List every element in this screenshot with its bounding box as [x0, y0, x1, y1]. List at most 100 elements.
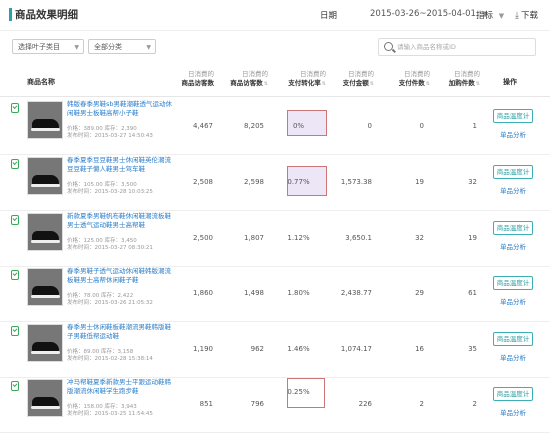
row-checkbox-icon[interactable]	[11, 103, 19, 113]
column-label: 支付金额	[342, 79, 369, 87]
category-select[interactable]: 选择叶子类目 ▼	[12, 39, 84, 54]
cell-visitors: 851	[199, 400, 213, 408]
product-published-time: 发布时间：2015-03-26 21:05:32	[67, 300, 153, 306]
download-icon: ⤓	[515, 11, 519, 21]
table-row: 韩版春季男鞋sb男鞋潮鞋透气运动休闲鞋男士板鞋高帮小子鞋 价格：389.00 库存…	[0, 98, 550, 155]
product-thermometer-button[interactable]: 商品温度计	[493, 165, 533, 179]
single-product-analysis-link[interactable]: 单品分析	[500, 407, 526, 417]
row-checkbox-icon[interactable]	[11, 215, 19, 225]
top-bar: 商品效果明细 日期 2015-03-26~2015-04-01 ▼ 指标 ▼ ⤓…	[0, 0, 550, 31]
column-header-cart-items[interactable]: 日消费的 加购件数⇅	[440, 70, 480, 89]
product-published-time: 发布时间：2015-03-27 14:50:43	[67, 133, 153, 139]
column-header-views[interactable]: 日消费的 商品访客数⇅	[221, 70, 268, 89]
cell-visitors: 2,508	[192, 178, 213, 186]
cell-paid-items: 29	[415, 289, 424, 297]
download-label: 下载	[520, 11, 538, 21]
search-input[interactable]	[397, 41, 527, 53]
cell-conversion: 1.80%	[287, 289, 310, 297]
status-select-value: 全部分类	[94, 43, 122, 51]
product-name-link[interactable]: 冲马帮鞋夏季新款男士平跟运动鞋韩版潮流休闲鞋学生跑步鞋	[67, 378, 172, 395]
cell-paid-items: 19	[415, 178, 424, 186]
metrics-dropdown[interactable]: 指标 ▼	[476, 9, 504, 21]
product-thermometer-button[interactable]: 商品温度计	[493, 109, 533, 123]
product-thumbnail[interactable]	[27, 157, 63, 195]
table-row: 冲马帮鞋夏季新款男士平跟运动鞋韩版潮流休闲鞋学生跑步鞋 价格：158.00 库存：…	[0, 376, 550, 433]
status-select[interactable]: 全部分类 ▼	[88, 39, 156, 54]
table-row: 春季夏季豆豆鞋男士休闲鞋英伦潮流豆豆鞋子懒人鞋男士驾车鞋 价格：105.00 库存…	[0, 154, 550, 211]
product-name-link[interactable]: 春季男士休闲鞋板鞋潮流男鞋韩版鞋子男鞋低帮运动鞋	[67, 323, 172, 340]
product-thumbnail[interactable]	[27, 268, 63, 306]
metrics-label: 指标	[476, 11, 494, 21]
column-header-visitors[interactable]: 日消费的 商品访客数	[172, 70, 215, 88]
row-checkbox-icon[interactable]	[11, 270, 19, 280]
product-published-time: 发布时间：2015-03-28 10:03:25	[67, 189, 153, 195]
column-header-name: 商品名称	[27, 78, 55, 86]
row-checkbox-icon[interactable]	[11, 381, 19, 391]
product-published-time: 发布时间：2015-02-28 15:38:14	[67, 356, 153, 362]
search-box[interactable]	[378, 38, 536, 56]
column-prefix: 日消费的	[300, 70, 326, 78]
column-label: 商品访客数	[230, 79, 263, 87]
single-product-analysis-link[interactable]: 单品分析	[500, 296, 526, 306]
cell-views: 2,598	[243, 178, 264, 186]
cell-amount: 2,438.77	[340, 289, 372, 297]
cell-views: 1,498	[243, 289, 264, 297]
product-thumbnail[interactable]	[27, 379, 63, 417]
table-row: 新款夏季男鞋帆布鞋休闲鞋潮流板鞋男士透气运动鞋男士高帮鞋 价格：125.00 库存…	[0, 210, 550, 267]
product-name-link[interactable]: 韩版春季男鞋sb男鞋潮鞋透气运动休闲鞋男士板鞋高帮小子鞋	[67, 100, 172, 117]
product-name-link[interactable]: 新款夏季男鞋帆布鞋休闲鞋潮流板鞋男士透气运动鞋男士高帮鞋	[67, 212, 172, 229]
chevron-down-icon: ▼	[146, 44, 151, 51]
product-thermometer-button[interactable]: 商品温度计	[493, 221, 533, 235]
product-name-link[interactable]: 春季男鞋子透气运动休闲鞋韩版潮流板鞋男士高帮休闲鞋子鞋	[67, 267, 172, 284]
cell-conversion: 1.12%	[287, 234, 310, 242]
product-thermometer-button[interactable]: 商品温度计	[493, 332, 533, 346]
cell-views: 962	[250, 345, 264, 353]
product-published-time: 发布时间：2015-03-27 08:30:21	[67, 245, 153, 251]
product-thumbnail[interactable]	[27, 213, 63, 251]
table-row: 春季男士休闲鞋板鞋潮流男鞋韩版鞋子男鞋低帮运动鞋 价格：89.00 库存：3,15…	[0, 321, 550, 378]
column-prefix: 日消费的	[188, 70, 214, 78]
cell-amount: 226	[358, 400, 372, 408]
column-prefix: 日消费的	[404, 70, 430, 78]
cell-visitors: 2,500	[192, 234, 213, 242]
download-button[interactable]: ⤓ 下载	[515, 9, 538, 21]
product-thermometer-button[interactable]: 商品温度计	[493, 387, 533, 401]
row-checkbox-icon[interactable]	[11, 159, 19, 169]
search-icon	[384, 42, 393, 51]
shoe-sole	[31, 406, 60, 409]
product-thumbnail[interactable]	[27, 101, 63, 139]
shoe-sole	[31, 184, 60, 187]
column-prefix: 日消费的	[454, 70, 480, 78]
cell-amount: 3,650.1	[345, 234, 372, 242]
product-thumbnail[interactable]	[27, 324, 63, 362]
title-accent	[9, 8, 12, 21]
cell-amount: 0	[367, 122, 372, 130]
single-product-analysis-link[interactable]: 单品分析	[500, 241, 526, 251]
single-product-analysis-link[interactable]: 单品分析	[500, 129, 526, 139]
cell-visitors: 4,467	[192, 122, 213, 130]
column-header-paid-items[interactable]: 日消费的 支付件数⇅	[392, 70, 430, 89]
date-range-picker[interactable]: 2015-03-26~2015-04-01 ▼	[370, 9, 487, 19]
cell-paid-items: 32	[415, 234, 424, 242]
cell-conversion: 1.46%	[287, 345, 310, 353]
sort-icon: ⇅	[321, 81, 326, 87]
row-checkbox-icon[interactable]	[11, 326, 19, 336]
single-product-analysis-link[interactable]: 单品分析	[500, 352, 526, 362]
column-header-amount[interactable]: 日消费的 支付金额⇅	[334, 70, 374, 89]
category-select-value: 选择叶子类目	[18, 43, 60, 51]
column-prefix: 日消费的	[242, 70, 268, 78]
sort-icon: ⇅	[369, 81, 374, 87]
date-range-value: 2015-03-26~2015-04-01	[370, 9, 476, 19]
cell-views: 796	[250, 400, 264, 408]
cell-visitors: 1,190	[192, 345, 213, 353]
shoe-sole	[31, 240, 60, 243]
page-title: 商品效果明细	[15, 9, 78, 21]
product-name-link[interactable]: 春季夏季豆豆鞋男士休闲鞋英伦潮流豆豆鞋子懒人鞋男士驾车鞋	[67, 156, 172, 173]
single-product-analysis-link[interactable]: 单品分析	[500, 185, 526, 195]
product-thermometer-button[interactable]: 商品温度计	[493, 276, 533, 290]
cell-cart-items: 19	[468, 234, 477, 242]
cell-paid-items: 2	[419, 400, 424, 408]
cell-visitors: 1,860	[192, 289, 213, 297]
column-header-conversion[interactable]: 日消费的 支付转化率⇅	[278, 70, 326, 89]
cell-conversion: 0.25%	[287, 388, 310, 396]
